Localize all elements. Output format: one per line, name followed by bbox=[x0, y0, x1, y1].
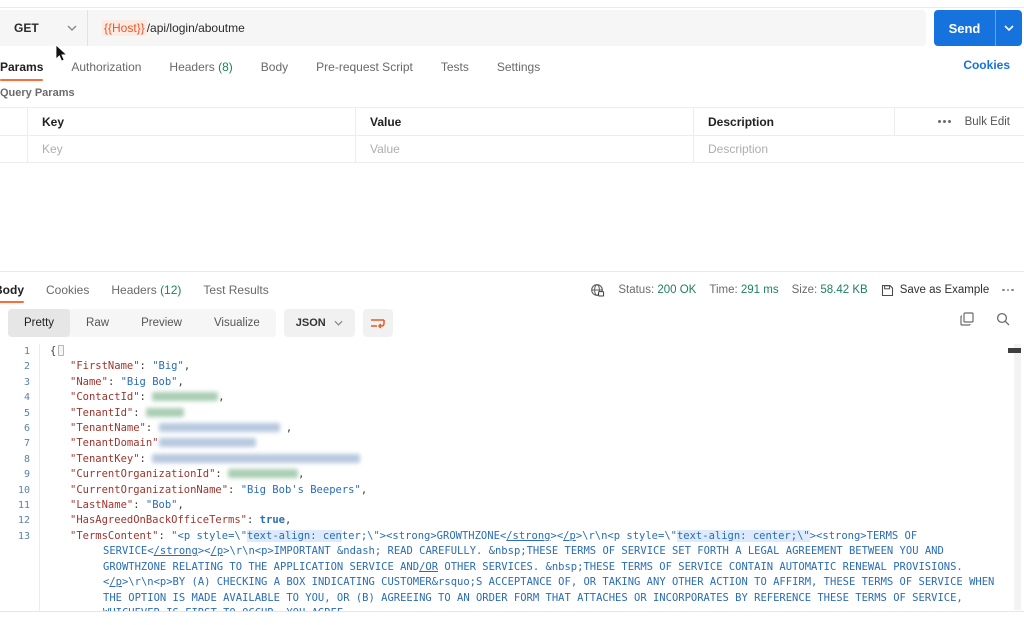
cookies-link[interactable]: Cookies bbox=[963, 58, 1010, 72]
code-line[interactable]: 7 "TenantDomain" bbox=[0, 436, 1024, 452]
redacted-value bbox=[158, 423, 280, 433]
line-number: 11 bbox=[0, 498, 40, 514]
view-raw[interactable]: Raw bbox=[70, 309, 125, 337]
response-meta: Status: 200 OK Time: 291 ms Size: 58.42 … bbox=[590, 280, 1014, 300]
row-checkbox-cell bbox=[0, 136, 28, 162]
line-number: 10 bbox=[0, 482, 40, 499]
code-line[interactable]: 11 "LastName": "Bob", bbox=[0, 498, 1024, 514]
bulk-edit-button[interactable]: Bulk Edit bbox=[965, 116, 1010, 128]
redacted-value bbox=[228, 469, 299, 479]
line-number: 9 bbox=[0, 467, 40, 483]
view-visualize[interactable]: Visualize bbox=[198, 309, 276, 337]
table-row: Key Value Description bbox=[0, 135, 1024, 163]
line-number: 12 bbox=[0, 513, 40, 529]
code-line[interactable]: 4 "ContactId": , bbox=[0, 390, 1024, 406]
copy-icon[interactable] bbox=[960, 312, 974, 326]
host-variable-token: {{Host}} bbox=[102, 20, 147, 36]
view-pretty[interactable]: Pretty bbox=[8, 309, 71, 337]
view-preview[interactable]: Preview bbox=[125, 309, 198, 337]
response-tab-headers[interactable]: Headers (12) bbox=[111, 283, 181, 297]
response-tabs: Body Cookies Headers (12) Test Results bbox=[0, 280, 269, 303]
tab-headers[interactable]: Headers (8) bbox=[169, 60, 232, 74]
tab-settings[interactable]: Settings bbox=[497, 60, 540, 74]
response-tab-test-results[interactable]: Test Results bbox=[203, 283, 268, 297]
line-number: 6 bbox=[0, 421, 40, 437]
redacted-value bbox=[145, 407, 184, 417]
fold-widget-icon[interactable] bbox=[58, 345, 65, 356]
line-number: 13 bbox=[0, 528, 40, 611]
response-divider bbox=[0, 271, 1024, 272]
editor-scrollbar[interactable] bbox=[1008, 344, 1021, 610]
language-select[interactable]: JSON bbox=[283, 309, 355, 337]
top-divider bbox=[0, 7, 1024, 8]
postman-request-view: GET {{Host}} /api/login/aboutme Send Par… bbox=[0, 0, 1024, 625]
line-wrap-toggle[interactable] bbox=[362, 309, 393, 337]
response-more-actions-icon[interactable] bbox=[1002, 288, 1014, 292]
more-options-icon[interactable] bbox=[937, 120, 951, 123]
view-mode-switcher: Pretty Raw Preview Visualize bbox=[8, 309, 276, 337]
code-line[interactable]: 12 "HasAgreedOnBackOfficeTerms": true, bbox=[0, 513, 1024, 529]
value-input[interactable]: Value bbox=[356, 136, 694, 162]
description-input[interactable]: Description bbox=[694, 136, 1024, 162]
request-tabs: Params Authorization Headers (8) Body Pr… bbox=[0, 54, 1024, 81]
response-view-toolbar: Pretty Raw Preview Visualize JSON bbox=[8, 309, 393, 337]
save-icon bbox=[881, 284, 894, 297]
code-line[interactable]: 8 "TenantKey": bbox=[0, 451, 1024, 468]
line-number: 2 bbox=[0, 359, 40, 375]
method-label: GET bbox=[14, 21, 39, 35]
chevron-down-icon bbox=[334, 320, 343, 326]
line-number: 7 bbox=[0, 436, 40, 452]
send-options-caret[interactable] bbox=[996, 10, 1022, 46]
code-line[interactable]: 5 "TenantId": bbox=[0, 405, 1024, 422]
line-number: 5 bbox=[0, 405, 40, 422]
bulk-edit-cell: Bulk Edit bbox=[894, 108, 1024, 135]
line-number: 3 bbox=[0, 374, 40, 391]
key-input[interactable]: Key bbox=[28, 136, 356, 162]
code-line[interactable]: 9 "CurrentOrganizationId": , bbox=[0, 467, 1024, 483]
code-line[interactable]: 3 "Name": "Big Bob", bbox=[0, 374, 1024, 391]
line-number: 8 bbox=[0, 451, 40, 468]
tab-tests[interactable]: Tests bbox=[441, 60, 469, 74]
line-number: 1 bbox=[0, 344, 40, 360]
tab-body[interactable]: Body bbox=[261, 60, 288, 74]
response-tab-cookies[interactable]: Cookies bbox=[46, 283, 89, 297]
select-all-cell bbox=[0, 108, 28, 135]
code-line[interactable]: 2 "FirstName": "Big", bbox=[0, 359, 1024, 375]
column-key: Key bbox=[28, 108, 356, 135]
editor-tools bbox=[960, 312, 1010, 326]
size-badge: Size: 58.42 KB bbox=[791, 284, 868, 296]
column-value: Value bbox=[356, 108, 694, 135]
query-params-table: Key Value Description Bulk Edit Key Valu… bbox=[0, 107, 1024, 163]
code-line[interactable]: 13 "TermsContent": "<p style=\"text-align… bbox=[0, 528, 1024, 611]
send-button-label[interactable]: Send bbox=[934, 10, 996, 46]
url-input[interactable]: {{Host}} /api/login/aboutme bbox=[88, 10, 926, 46]
method-select[interactable]: GET bbox=[0, 10, 88, 46]
scrollbar-thumb[interactable] bbox=[1008, 348, 1021, 353]
time-badge: Time: 291 ms bbox=[709, 284, 779, 296]
column-description: Description bbox=[708, 114, 775, 129]
url-path: /api/login/aboutme bbox=[146, 21, 245, 35]
line-number: 4 bbox=[0, 390, 40, 406]
redacted-value bbox=[158, 438, 256, 448]
status-badge: Status: 200 OK bbox=[618, 284, 697, 296]
code-line[interactable]: 10 "CurrentOrganizationName": "Big Bob's … bbox=[0, 482, 1024, 499]
line-wrap-icon bbox=[370, 317, 386, 330]
save-as-example-button[interactable]: Save as Example bbox=[881, 284, 989, 297]
response-tab-body[interactable]: Body bbox=[0, 283, 24, 303]
network-globe-icon[interactable] bbox=[590, 283, 605, 298]
url-bar: GET {{Host}} /api/login/aboutme bbox=[0, 10, 926, 46]
code-line[interactable]: 6 "TenantName": , bbox=[0, 421, 1024, 437]
redacted-value bbox=[152, 392, 219, 402]
tab-authorization[interactable]: Authorization bbox=[71, 60, 141, 74]
code-line[interactable]: 1{ bbox=[0, 344, 1024, 360]
search-icon[interactable] bbox=[996, 312, 1010, 326]
redacted-value bbox=[152, 453, 361, 463]
response-body-editor[interactable]: 1{2 "FirstName": "Big", 3 "Name": "Big Bob"… bbox=[0, 344, 1024, 612]
chevron-down-icon bbox=[67, 25, 77, 31]
tab-pre-request-script[interactable]: Pre-request Script bbox=[316, 60, 413, 74]
table-header-row: Key Value Description Bulk Edit bbox=[0, 107, 1024, 135]
send-button[interactable]: Send bbox=[934, 10, 1022, 46]
tab-params[interactable]: Params bbox=[0, 60, 44, 81]
query-params-title: Query Params bbox=[0, 87, 75, 99]
